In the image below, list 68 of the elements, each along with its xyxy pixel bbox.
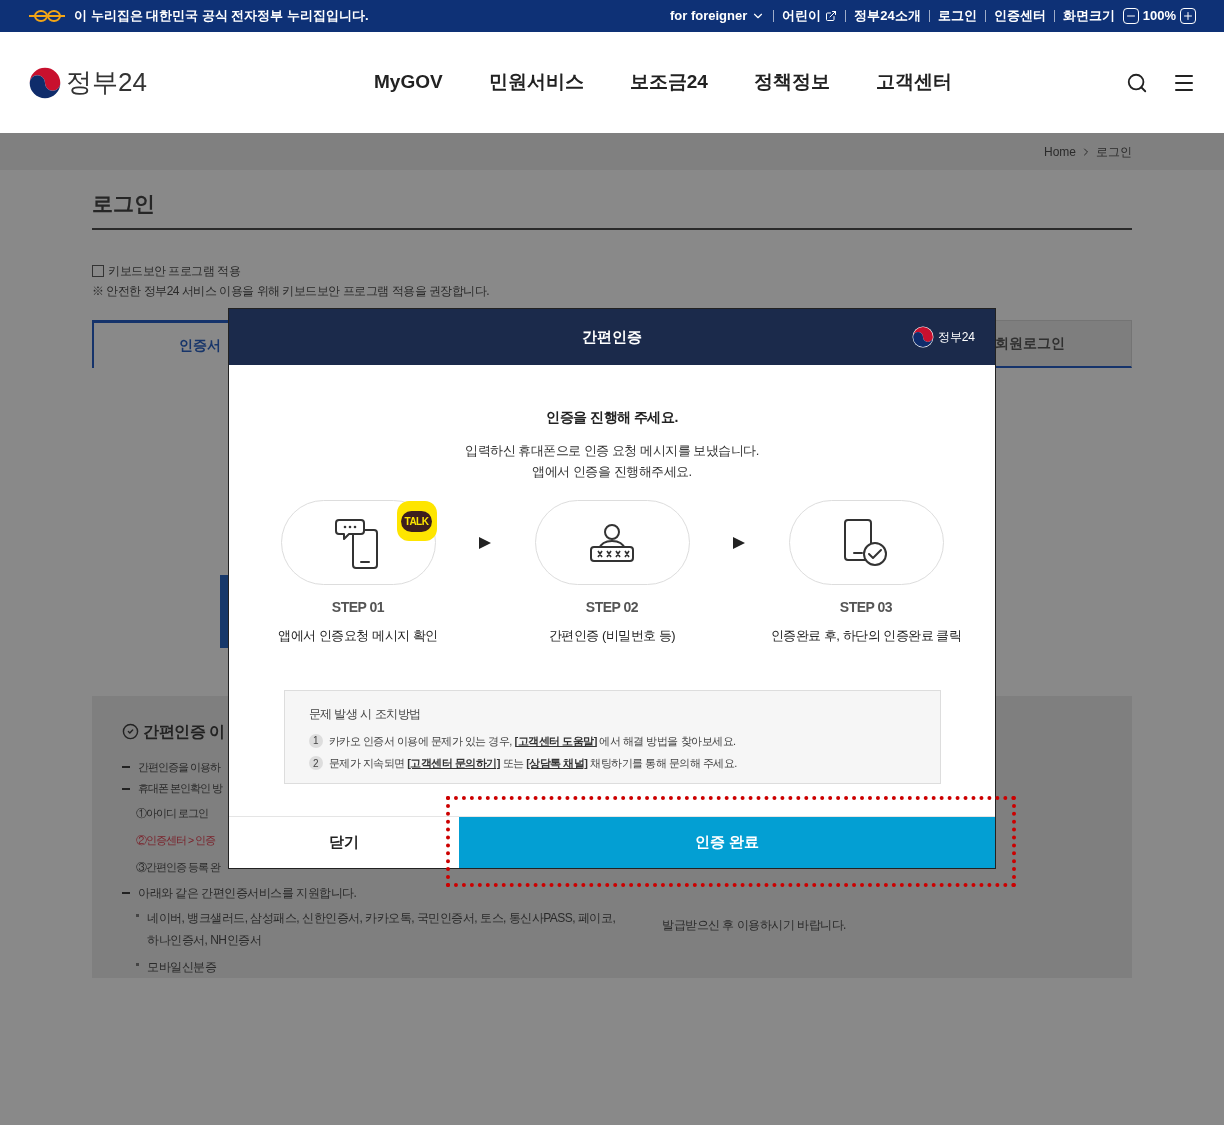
external-link-icon (825, 10, 838, 22)
top-link[interactable]: 인증센터 (993, 6, 1046, 26)
step-text: 앱에서 인증요청 메시지 확인 (278, 627, 438, 645)
guide-subitem: 모바일신분증 (147, 959, 217, 976)
dash-icon (122, 892, 130, 894)
nav-menu-item[interactable]: MyGOV (374, 68, 443, 97)
modal-description: 앱에서 인증을 진행해주세요. (531, 463, 693, 481)
help-link[interactable]: [상담톡 채널] (526, 757, 588, 769)
breadcrumb-link[interactable]: 로그인 (1096, 142, 1132, 161)
modal-logo-text: 정부24 (937, 329, 975, 346)
step-text: 인증완료 후, 하단의 인증완료 클릭 (770, 627, 962, 645)
modal-heading: 인증을 진행해 주세요. (546, 408, 678, 427)
keyboard-security-checkbox[interactable] (92, 264, 104, 277)
plus-icon (1182, 10, 1194, 22)
guide-subitem: ②인증센터 > 인증 (136, 833, 215, 848)
guide-title: 간편인증 이 (143, 721, 225, 742)
phone-check-icon (843, 517, 889, 568)
site-logo-text[interactable]: 정부24 (66, 63, 147, 102)
search-icon[interactable] (1126, 71, 1148, 94)
bullet-icon (136, 914, 139, 917)
help-title: 문제 발생 시 조치방법 (308, 705, 422, 723)
check-circle-icon (122, 723, 139, 740)
zoom-in-button[interactable] (1180, 8, 1196, 24)
top-link[interactable]: for foreigner (670, 6, 766, 26)
nav-menu-item[interactable]: 고객센터 (875, 68, 952, 97)
security-note: ※ 안전한 정부24 서비스 이용을 위해 키보드보안 프로그램 적용을 권장합니다. (92, 282, 491, 300)
guide-item: 휴대폰 본인확인 방 (138, 781, 222, 797)
top-link[interactable]: 정부24소개 (854, 6, 921, 26)
nav-menu-item[interactable]: 민원서비스 (488, 68, 584, 97)
arrow-right-icon (732, 536, 746, 550)
talk-badge: TALK (396, 501, 437, 541)
dash-icon (122, 766, 130, 769)
zoom-value: 100% (1142, 7, 1176, 26)
top-link[interactable]: 어린이 (782, 6, 838, 26)
site-logo-icon (28, 65, 62, 100)
official-notice: 이 누리집은 대한민국 공식 전자정부 누리집입니다. (74, 7, 369, 26)
top-link[interactable]: 로그인 (937, 6, 977, 26)
guide-item: 아래와 같은 간편인증서비스를 지원합니다. (138, 885, 357, 902)
nav-menu-item[interactable]: 정책정보 (753, 68, 830, 97)
help-link[interactable]: [고객센터 문의하기] (407, 757, 500, 769)
guide-subitem: ①아이디 로그인 (136, 806, 208, 821)
guide-subitem: ③간편인증 등록 완 (136, 860, 220, 875)
step-label: STEP 01 (331, 598, 385, 617)
breadcrumb-link[interactable]: Home (1044, 142, 1076, 161)
dash-icon (122, 788, 130, 791)
side-note: 발급받으신 후 이용하시기 바랍니다. (662, 917, 846, 932)
guide-item: 간편인증을 이용하 (138, 759, 220, 775)
number-badge: 2 (308, 756, 323, 771)
keyboard-security-label: 키보드보안 프로그램 적용 (108, 262, 241, 280)
bullet-icon (136, 963, 139, 966)
step-text: 간편인증 (비밀번호 등) (548, 627, 676, 645)
guide-subitem: 네이버, 뱅크샐러드, 삼성패스, 신한인증서, 카카오톡, 국민인증서, 토스, 통신사PASS, 페이코, 하나인증서, NH인증서 (147, 910, 617, 949)
zoom-out-button[interactable] (1122, 8, 1139, 24)
help-text: 카카오 인증서 이용에 문제가 있는 경우, [고객센터 도움말] 에서 해결 방법을 찾아보세요. (328, 733, 736, 749)
arrow-right-icon (478, 536, 492, 550)
number-badge: 1 (308, 733, 323, 748)
step-label: STEP 02 (585, 598, 639, 617)
help-text: 문제가 지속되면 [고객센터 문의하기] 또는 [상담톡 채널] 채팅하기를 통해 문의해 주세요. (328, 756, 737, 771)
page-title: 로그인 (92, 188, 1132, 230)
nav-menu-item[interactable]: 보조금24 (629, 68, 708, 97)
help-link[interactable]: [고객센터 도움말] (514, 734, 597, 747)
modal-title: 간편인증 (582, 326, 642, 347)
modal-logo-icon (911, 326, 934, 348)
modal-description: 입력하신 휴대폰으로 인증 요청 메시지를 보냈습니다. (465, 442, 759, 460)
zoom-label: 화면크기 (1062, 7, 1115, 26)
e-gov-logo-icon (28, 9, 66, 23)
step-label: STEP 03 (839, 598, 893, 617)
user-password-icon (588, 522, 636, 563)
